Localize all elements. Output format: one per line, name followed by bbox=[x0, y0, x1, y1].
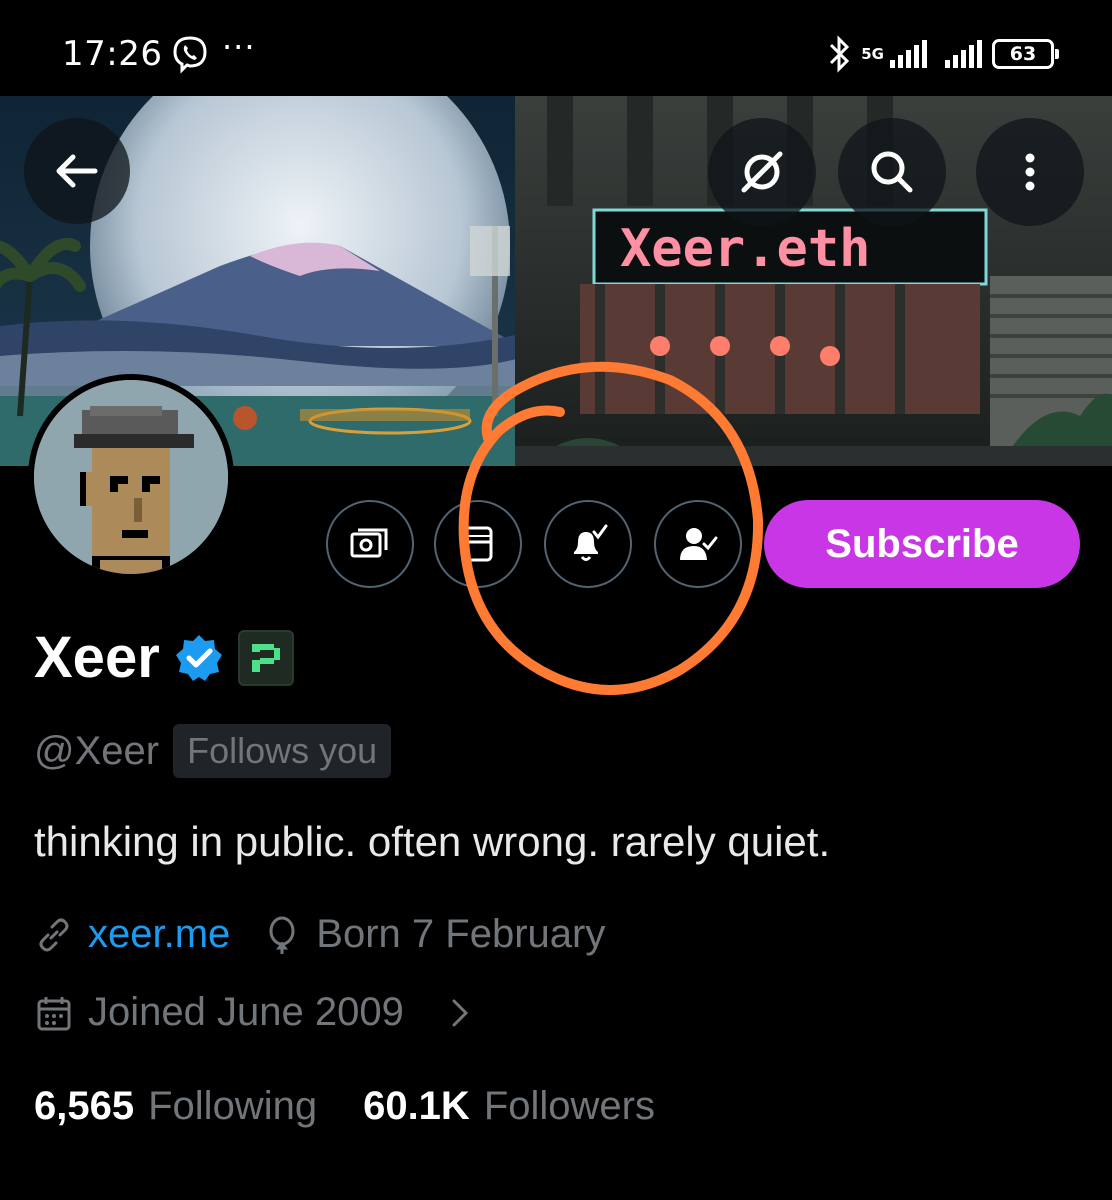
bio: thinking in public. often wrong. rarely … bbox=[34, 818, 831, 865]
more-button[interactable] bbox=[976, 118, 1084, 226]
followers-label[interactable]: Followers bbox=[484, 1084, 655, 1129]
profile-meta-row-2[interactable]: Joined June 2009 bbox=[34, 990, 480, 1035]
more-vertical-icon bbox=[1025, 153, 1035, 191]
following-label[interactable]: Following bbox=[148, 1084, 317, 1129]
bluetooth-icon bbox=[830, 35, 850, 73]
status-right: 5G 63 bbox=[827, 34, 1059, 74]
display-name: Xeer bbox=[34, 625, 160, 690]
joined-date: Joined June 2009 bbox=[88, 990, 404, 1034]
search-icon bbox=[871, 151, 913, 193]
following-count[interactable]: 6,565 bbox=[34, 1084, 134, 1129]
status-bar: 17:26 ··· 5G 63 bbox=[0, 0, 1112, 96]
status-time: 17:26 bbox=[62, 34, 163, 74]
chevron-right-icon bbox=[452, 999, 468, 1026]
back-arrow-icon bbox=[56, 154, 98, 188]
affiliate-badge-icon[interactable] bbox=[237, 629, 294, 686]
following-button[interactable] bbox=[654, 500, 742, 588]
follow-stats: 6,565 Following 60.1K Followers bbox=[34, 1084, 701, 1129]
grok-icon bbox=[741, 151, 783, 193]
cryptopunk-avatar bbox=[34, 380, 228, 574]
battery-level: 63 bbox=[1009, 43, 1037, 65]
notifications-button[interactable] bbox=[544, 500, 632, 588]
profile-meta-row-1: xeer.me Born 7 February bbox=[34, 912, 605, 957]
notifications-on-icon bbox=[574, 524, 608, 561]
battery-icon: 63 bbox=[992, 39, 1059, 69]
banner-sign-text: Xeer.eth bbox=[620, 219, 870, 279]
handle: @Xeer bbox=[34, 728, 160, 773]
newsletter-icon bbox=[463, 526, 493, 562]
verified-badge-icon[interactable] bbox=[174, 633, 224, 683]
birthday-balloon-icon bbox=[269, 916, 295, 954]
follows-you-badge: Follows you bbox=[173, 724, 392, 778]
website-link[interactable]: xeer.me bbox=[88, 912, 230, 957]
handle-row: @Xeer Follows you bbox=[34, 724, 392, 778]
subscribe-button[interactable]: Subscribe bbox=[764, 500, 1080, 588]
calendar-icon bbox=[37, 996, 71, 1030]
following-user-icon bbox=[680, 528, 718, 560]
followers-count[interactable]: 60.1K bbox=[363, 1084, 470, 1129]
link-icon bbox=[39, 918, 69, 951]
more-notifications-icon: ··· bbox=[222, 28, 256, 66]
signal-icon bbox=[890, 40, 927, 68]
grok-button[interactable] bbox=[708, 118, 816, 226]
tip-money-icon bbox=[350, 528, 388, 558]
newsletter-button[interactable] bbox=[434, 500, 522, 588]
tip-button[interactable] bbox=[326, 500, 414, 588]
avatar-image bbox=[34, 380, 228, 574]
name-row: Xeer bbox=[34, 624, 294, 691]
birthday: Born 7 February bbox=[316, 912, 606, 956]
network-label: 5G bbox=[861, 44, 884, 63]
avatar[interactable] bbox=[28, 374, 234, 580]
back-button[interactable] bbox=[24, 118, 130, 224]
signal-icon-2 bbox=[945, 40, 982, 68]
viber-icon bbox=[173, 36, 207, 74]
affiliate-logo-icon bbox=[251, 643, 280, 672]
search-button[interactable] bbox=[838, 118, 946, 226]
